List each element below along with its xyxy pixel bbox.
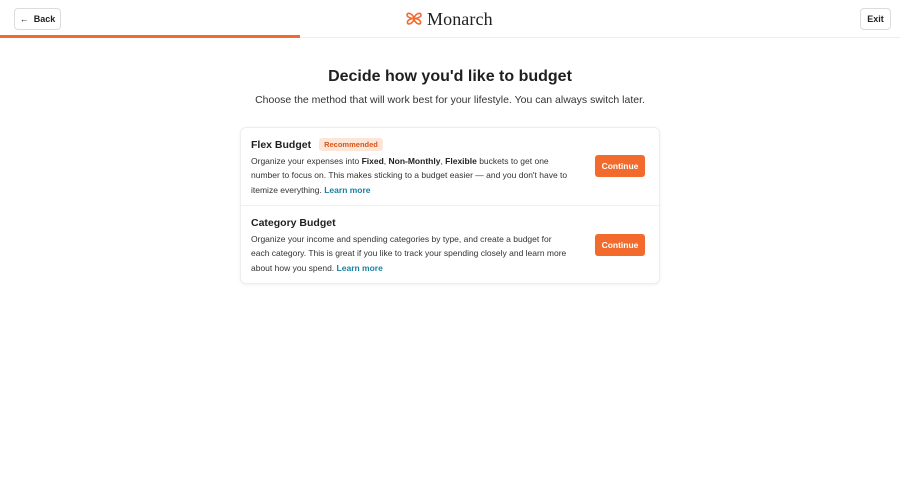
back-button[interactable]: ← Back — [14, 8, 61, 30]
category-budget-header: Category Budget — [251, 217, 336, 229]
desc-bold-non-monthly: Non-Monthly — [388, 156, 441, 166]
page-subtitle: Choose the method that will work best fo… — [255, 94, 645, 106]
budget-options-card: Flex Budget Recommended Organize your ex… — [240, 127, 661, 285]
logo: Monarch — [406, 8, 493, 30]
exit-button[interactable]: Exit — [860, 8, 891, 30]
flex-budget-description: Organize your expenses into Fixed, Non-M… — [251, 154, 569, 197]
logo-text: Monarch — [427, 8, 493, 29]
flex-continue-button[interactable]: Continue — [595, 155, 645, 177]
back-button-label: Back — [33, 14, 56, 24]
flex-budget-title: Flex Budget — [251, 138, 312, 151]
category-learn-more-link[interactable]: Learn more — [337, 263, 383, 273]
exit-button-label: Exit — [867, 14, 884, 24]
flex-learn-more-link[interactable]: Learn more — [324, 185, 370, 195]
category-budget-option: Category Budget Organize your income and… — [241, 206, 661, 285]
desc-bold-fixed: Fixed — [361, 156, 384, 166]
recommended-badge: Recommended — [319, 138, 383, 151]
category-continue-button[interactable]: Continue — [595, 234, 645, 256]
desc-text: Organize your expenses into — [251, 156, 362, 166]
category-budget-title: Category Budget — [251, 217, 336, 229]
page-title: Decide how you'd like to budget — [328, 68, 572, 85]
category-budget-description: Organize your income and spending catego… — [251, 232, 569, 275]
top-bar: ← Back Monarch Exit — [0, 0, 900, 38]
monarch-butterfly-icon — [406, 12, 422, 25]
arrow-left-icon: ← — [19, 13, 29, 24]
flex-budget-option: Flex Budget Recommended Organize your ex… — [241, 128, 661, 206]
flex-budget-header: Flex Budget Recommended — [251, 138, 383, 151]
desc-text: Organize your income and spending catego… — [251, 234, 567, 273]
desc-bold-flexible: Flexible — [445, 156, 477, 166]
progress-bar — [0, 35, 300, 38]
